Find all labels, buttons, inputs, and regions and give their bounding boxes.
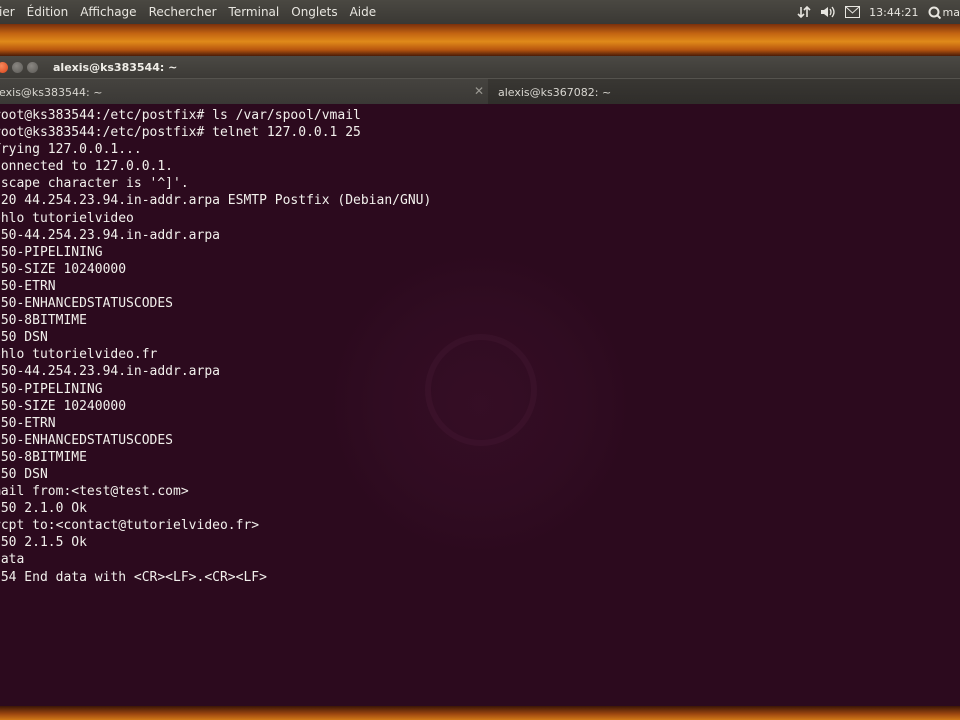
desktop-wallpaper	[0, 24, 960, 56]
clock[interactable]: 13:44:21	[869, 6, 918, 19]
tab-label: alexis@ks367082: ~	[498, 85, 612, 99]
terminal-line: Escape character is '^]'.	[0, 176, 189, 192]
terminal-line: 354 End data with <CR><LF>.<CR><LF>	[0, 569, 267, 585]
terminal-lines: root@ks383544:/etc/postfix# ls /var/spoo…	[0, 107, 431, 586]
mail-icon[interactable]	[845, 6, 861, 18]
terminal-line: root@ks383544:/etc/postfix# ls /var/spoo…	[0, 108, 361, 123]
terminal-line: 250-ETRN	[0, 278, 56, 294]
close-window-button[interactable]	[0, 61, 8, 73]
menu-fichier[interactable]: ier	[0, 5, 21, 19]
terminal-line: mail from:<test@test.com>	[0, 484, 189, 500]
menu-edition[interactable]: Édition	[21, 5, 75, 19]
menu-rechercher[interactable]: Rechercher	[143, 5, 223, 19]
tab-ks367082[interactable]: alexis@ks367082: ~	[490, 79, 960, 105]
network-icon[interactable]	[797, 5, 811, 19]
system-tray: 13:44:21 ma	[797, 0, 960, 24]
terminal-line: 250-8BITMIME	[0, 449, 87, 465]
minimize-window-button[interactable]	[12, 61, 23, 73]
window-title: alexis@ks383544: ~	[53, 60, 178, 74]
volume-icon[interactable]	[820, 5, 836, 19]
terminal-line: Trying 127.0.0.1...	[0, 142, 142, 158]
maximize-window-button[interactable]	[27, 61, 38, 73]
terminal-line: root@ks383544:/etc/postfix# telnet 127.0…	[0, 125, 361, 141]
desktop-wallpaper-bottom	[0, 706, 960, 720]
terminal-line: 250-SIZE 10240000	[0, 398, 127, 414]
terminal-line: 250 2.1.0 Ok	[0, 501, 87, 517]
tab-bar: lexis@ks383544: ~ ✕ alexis@ks367082: ~	[0, 78, 960, 105]
terminal-line: data	[0, 552, 25, 568]
terminal-line: ehlo tutorielvideo.fr	[0, 347, 158, 363]
terminal-line: 250-ENHANCEDSTATUSCODES	[0, 432, 174, 448]
terminal-line: 250 DSN	[0, 466, 48, 482]
terminal-window: alexis@ks383544: ~ lexis@ks383544: ~ ✕ a…	[0, 56, 960, 706]
terminal-line: 250-SIZE 10240000	[0, 261, 127, 277]
terminal-line: 250-8BITMIME	[0, 313, 87, 329]
user-name[interactable]: ma	[943, 6, 960, 19]
terminal-line: ehlo tutorielvideo	[0, 210, 134, 226]
tab-label: lexis@ks383544: ~	[0, 85, 103, 99]
terminal-line: rcpt to:<contact@tutorielvideo.fr>	[0, 518, 260, 534]
terminal-line: 250-ETRN	[0, 415, 56, 431]
terminal-line: 250-44.254.23.94.in-addr.arpa	[0, 364, 220, 380]
menu-onglets[interactable]: Onglets	[285, 5, 343, 19]
ubuntu-circle-icon	[425, 334, 537, 446]
terminal-output[interactable]: root@ks383544:/etc/postfix# ls /var/spoo…	[0, 104, 960, 706]
menu-aide[interactable]: Aide	[344, 5, 383, 19]
terminal-line: 250 DSN	[0, 330, 48, 346]
terminal-line: Connected to 127.0.0.1.	[0, 159, 174, 175]
terminal-line: 250-PIPELINING	[0, 381, 103, 397]
power-icon[interactable]: ma	[928, 6, 960, 19]
terminal-line: 250-ENHANCEDSTATUSCODES	[0, 296, 174, 312]
terminal-line: 250 2.1.5 Ok	[0, 535, 87, 551]
menu-affichage[interactable]: Affichage	[74, 5, 142, 19]
window-titlebar[interactable]: alexis@ks383544: ~	[0, 56, 960, 78]
app-menu: ier Édition Affichage Rechercher Termina…	[0, 5, 382, 19]
tab-ks383544[interactable]: lexis@ks383544: ~ ✕	[0, 79, 488, 105]
terminal-line: 250-44.254.23.94.in-addr.arpa	[0, 227, 220, 243]
terminal-line: 220 44.254.23.94.in-addr.arpa ESMTP Post…	[0, 193, 432, 209]
window-controls	[0, 61, 38, 73]
close-tab-icon[interactable]: ✕	[474, 84, 484, 98]
menu-terminal[interactable]: Terminal	[223, 5, 286, 19]
system-menubar: ier Édition Affichage Rechercher Termina…	[0, 0, 960, 24]
terminal-line: 250-PIPELINING	[0, 244, 103, 260]
